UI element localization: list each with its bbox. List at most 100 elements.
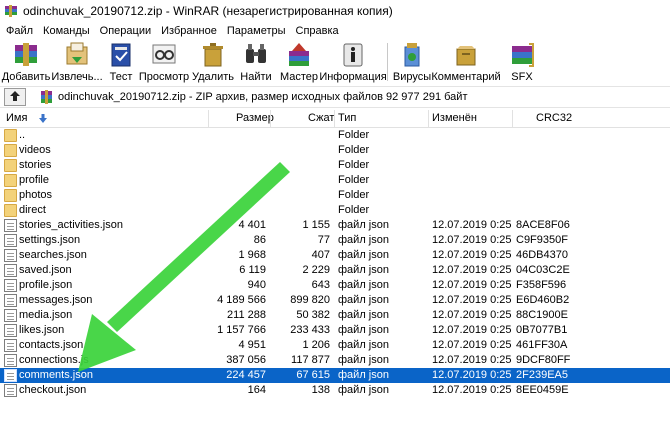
- menu-favorites[interactable]: Избранное: [157, 25, 223, 37]
- column-separator[interactable]: [208, 110, 209, 128]
- file-row[interactable]: stories_activities.json 4 401 1 155 файл js…: [0, 218, 670, 233]
- file-crc: 88C1900E: [516, 309, 568, 321]
- file-type: файл json: [338, 249, 389, 261]
- file-crc: F358F596: [516, 279, 567, 291]
- file-type: Folder: [338, 204, 370, 216]
- file-crc: E6D460B2: [516, 294, 570, 306]
- json-file-icon: [4, 264, 17, 277]
- file-name: saved.json: [19, 264, 72, 276]
- add-button[interactable]: Добавить: [2, 40, 50, 84]
- file-packed-size: 233 433: [290, 324, 330, 336]
- file-modified: 12.07.2019 0:25: [432, 369, 512, 381]
- file-row[interactable]: checkout.json 164 138 файл json 12.07.2019 0…: [0, 383, 670, 398]
- sfx-button[interactable]: SFX: [499, 40, 545, 84]
- menu-file[interactable]: Файл: [2, 25, 39, 37]
- sfx-icon: [507, 41, 537, 69]
- column-packed-header[interactable]: Сжат: [308, 112, 334, 124]
- folder-row[interactable]: profile Folder: [0, 173, 670, 188]
- json-file-icon: [4, 324, 17, 337]
- file-packed-size: 77: [317, 234, 330, 246]
- menu-options[interactable]: Параметры: [223, 25, 292, 37]
- folder-row[interactable]: .. Folder: [0, 128, 670, 143]
- json-file-icon: [4, 354, 17, 367]
- file-name: ..: [19, 129, 26, 141]
- comment-button[interactable]: Комментарий: [431, 40, 501, 84]
- virus-scan-button[interactable]: Вирусы: [391, 40, 433, 84]
- toolbar: Добавить Извлечь... Тест Просмотр Удалит…: [0, 40, 670, 84]
- test-button[interactable]: Тест: [104, 40, 138, 84]
- find-button[interactable]: Найти: [236, 40, 276, 84]
- file-type: файл json: [338, 384, 389, 396]
- file-row[interactable]: profile.json 940 643 файл json 12.07.2019 0:…: [0, 278, 670, 293]
- folder-row[interactable]: stories Folder: [0, 158, 670, 173]
- file-name: stories: [19, 159, 52, 171]
- folder-row[interactable]: videos Folder: [0, 143, 670, 158]
- file-size: 211 288: [227, 309, 266, 321]
- file-type: Folder: [338, 189, 370, 201]
- column-size-header[interactable]: Размер: [236, 112, 274, 124]
- file-size: 6 119: [239, 264, 266, 276]
- file-type: файл json: [338, 324, 389, 336]
- file-name: comments.json: [19, 369, 93, 381]
- file-row[interactable]: saved.json 6 119 2 229 файл json 12.07.2019 …: [0, 263, 670, 278]
- menu-commands[interactable]: Команды: [39, 25, 96, 37]
- folder-row[interactable]: direct Folder: [0, 203, 670, 218]
- file-name: messages.json: [19, 294, 93, 306]
- file-name: likes.json: [19, 324, 65, 336]
- folder-icon: [4, 174, 17, 187]
- info-button[interactable]: Информация: [319, 40, 387, 84]
- wizard-button[interactable]: Мастер: [276, 40, 322, 84]
- column-modified-header[interactable]: Изменён: [432, 112, 477, 124]
- title-bar: odinchuvak_20190712.zip - WinRAR (незаре…: [0, 0, 670, 22]
- file-row[interactable]: settings.json 86 77 файл json 12.07.2019 0:2…: [0, 233, 670, 248]
- json-file-icon: [4, 234, 17, 247]
- file-row[interactable]: searches.json 1 968 407 файл json 12.07.2019…: [0, 248, 670, 263]
- delete-button[interactable]: Удалить: [190, 40, 236, 84]
- column-name-header[interactable]: Имя: [6, 112, 27, 124]
- up-folder-button[interactable]: [4, 88, 26, 106]
- column-separator[interactable]: [334, 110, 335, 128]
- file-name: stories_activities.json: [19, 219, 123, 231]
- json-file-icon: [4, 294, 17, 307]
- column-separator[interactable]: [428, 110, 429, 128]
- file-size: 387 056: [226, 354, 266, 366]
- json-file-icon: [4, 369, 17, 382]
- archive-path-field[interactable]: odinchuvak_20190712.zip - ZIP архив, раз…: [40, 90, 467, 104]
- file-list: Имя Размер Сжат Тип Изменён CRC32 .. Fold…: [0, 110, 670, 435]
- column-separator[interactable]: [270, 110, 271, 128]
- file-modified: 12.07.2019 0:25: [432, 249, 512, 261]
- add-archive-icon: [11, 41, 41, 69]
- file-row[interactable]: contacts.json 4 951 1 206 файл json 12.07.20…: [0, 338, 670, 353]
- folder-icon: [4, 159, 17, 172]
- file-crc: C9F9350F: [516, 234, 568, 246]
- file-size: 164: [247, 384, 266, 396]
- column-type-header[interactable]: Тип: [338, 112, 356, 124]
- folder-icon: [4, 189, 17, 202]
- file-row[interactable]: media.json 211 288 50 382 файл json 12.07.20…: [0, 308, 670, 323]
- file-type: файл json: [338, 369, 389, 381]
- file-row[interactable]: messages.json 4 189 566 899 820 файл json 12…: [0, 293, 670, 308]
- folder-row[interactable]: photos Folder: [0, 188, 670, 203]
- menu-operations[interactable]: Операции: [96, 25, 157, 37]
- file-list-header: Имя Размер Сжат Тип Изменён CRC32: [0, 110, 670, 128]
- file-type: файл json: [338, 219, 389, 231]
- file-size: 1 968: [238, 249, 266, 261]
- file-row[interactable]: comments.json 224 457 67 615 файл json 12.07…: [0, 368, 670, 383]
- file-crc: 8EE0459E: [516, 384, 569, 396]
- column-separator[interactable]: [512, 110, 513, 128]
- file-type: файл json: [338, 339, 389, 351]
- file-row[interactable]: connections.js 387 056 117 877 файл json 12.…: [0, 353, 670, 368]
- column-crc-header[interactable]: CRC32: [536, 112, 572, 124]
- file-type: Folder: [338, 129, 370, 141]
- file-name: connections.js: [19, 354, 89, 366]
- file-row[interactable]: likes.json 1 157 766 233 433 файл json 12.07…: [0, 323, 670, 338]
- file-size: 4 951: [238, 339, 266, 351]
- view-button[interactable]: Просмотр: [138, 40, 190, 84]
- archive-path: odinchuvak_20190712.zip - ZIP архив, раз…: [58, 91, 468, 103]
- comment-icon: [451, 41, 481, 69]
- menu-help[interactable]: Справка: [292, 25, 345, 37]
- file-crc: 0B7077B1: [516, 324, 568, 336]
- file-name: profile: [19, 174, 49, 186]
- extract-button[interactable]: Извлечь...: [50, 40, 104, 84]
- file-packed-size: 1 155: [302, 219, 330, 231]
